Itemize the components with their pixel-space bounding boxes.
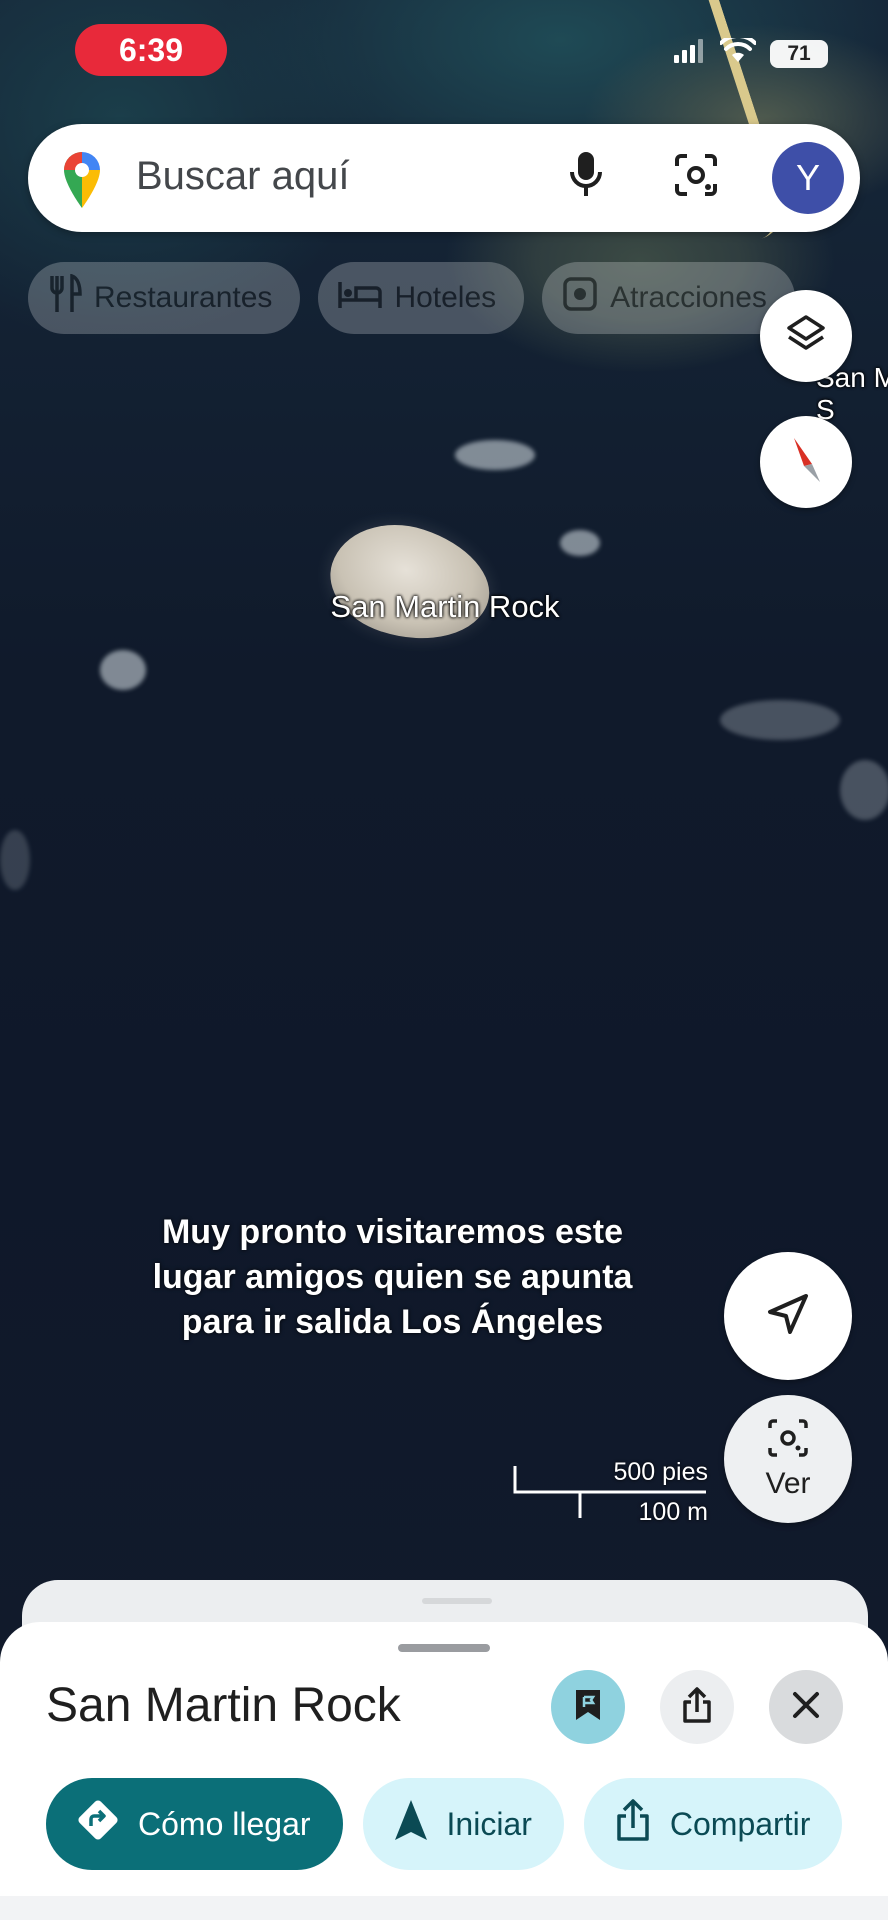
microphone-icon[interactable] xyxy=(568,150,604,205)
map-scale: 500 pies 100 m xyxy=(512,1456,708,1526)
wifi-icon xyxy=(719,33,757,69)
bookmark-flag-icon xyxy=(573,1687,603,1728)
search-input[interactable]: Buscar aquí xyxy=(136,154,349,199)
save-button[interactable] xyxy=(551,1670,625,1744)
close-icon xyxy=(791,1690,821,1725)
action-row: Cómo llegar Iniciar Compartir xyxy=(46,1778,843,1870)
search-bar[interactable]: Buscar aquí Y xyxy=(28,124,860,232)
share-label: Compartir xyxy=(669,1805,811,1842)
place-map-label[interactable]: San Martin Rock xyxy=(330,588,560,626)
attraction-icon xyxy=(562,276,598,320)
directions-button[interactable]: Cómo llegar xyxy=(46,1778,343,1870)
battery-indicator: 71 xyxy=(770,39,828,68)
google-maps-pin-icon xyxy=(60,150,104,215)
san-martin-rock-island[interactable] xyxy=(316,505,504,661)
wave-foam xyxy=(720,700,840,740)
scale-imperial: 500 pies xyxy=(613,1458,708,1486)
directions-label: Cómo llegar xyxy=(138,1805,311,1842)
share-icon xyxy=(614,1798,652,1850)
video-caption: Muy pronto visitaremos este lugar amigos… xyxy=(152,1213,633,1341)
start-label: Iniciar xyxy=(446,1805,532,1842)
wave-foam xyxy=(560,530,600,556)
ver-button[interactable]: Ver xyxy=(724,1395,852,1523)
navigation-arrow-icon xyxy=(393,1798,429,1850)
status-time: 6:39 xyxy=(75,24,227,76)
chip-hoteles[interactable]: Hoteles xyxy=(318,262,525,334)
my-location-button[interactable] xyxy=(724,1252,852,1380)
directions-icon xyxy=(76,1798,120,1850)
wave-foam xyxy=(100,650,146,690)
chip-label: Atracciones xyxy=(610,281,767,314)
category-chips: Restaurantes Hoteles Atracciones xyxy=(28,262,795,334)
status-icons: 71 xyxy=(674,33,828,69)
layers-icon xyxy=(785,313,827,360)
layers-button[interactable] xyxy=(760,290,852,382)
share-icon xyxy=(681,1686,713,1729)
start-button[interactable]: Iniciar xyxy=(362,1778,564,1870)
google-lens-icon[interactable] xyxy=(673,152,719,203)
chip-restaurantes[interactable]: Restaurantes xyxy=(28,262,301,334)
bottom-nav-peek xyxy=(0,1896,888,1920)
share-button[interactable] xyxy=(660,1670,734,1744)
share-action-button[interactable]: Compartir xyxy=(583,1778,843,1870)
wave-foam xyxy=(840,760,888,820)
camera-scan-icon xyxy=(766,1418,810,1463)
cellular-signal-icon xyxy=(674,39,706,68)
compass-icon xyxy=(786,434,826,491)
scale-metric: 100 m xyxy=(638,1498,708,1526)
wave-foam xyxy=(455,440,535,470)
chip-atracciones[interactable]: Atracciones xyxy=(542,262,795,334)
sheet-handle xyxy=(422,1598,492,1604)
fork-knife-icon xyxy=(48,273,82,322)
drag-handle[interactable] xyxy=(398,1644,490,1652)
ver-label: Ver xyxy=(765,1466,811,1500)
bed-icon xyxy=(338,278,383,318)
avatar[interactable]: Y xyxy=(772,142,844,214)
place-title: San Martin Rock xyxy=(46,1679,401,1732)
chip-label: Hoteles xyxy=(394,281,497,314)
wave-foam xyxy=(0,830,30,890)
chip-label: Restaurantes xyxy=(94,281,273,314)
navigation-arrow-icon xyxy=(764,1290,812,1343)
place-sheet[interactable]: San Martin Rock Cómo llegar Iniciar Comp… xyxy=(0,1622,888,1920)
compass-button[interactable] xyxy=(760,416,852,508)
close-button[interactable] xyxy=(769,1670,843,1744)
